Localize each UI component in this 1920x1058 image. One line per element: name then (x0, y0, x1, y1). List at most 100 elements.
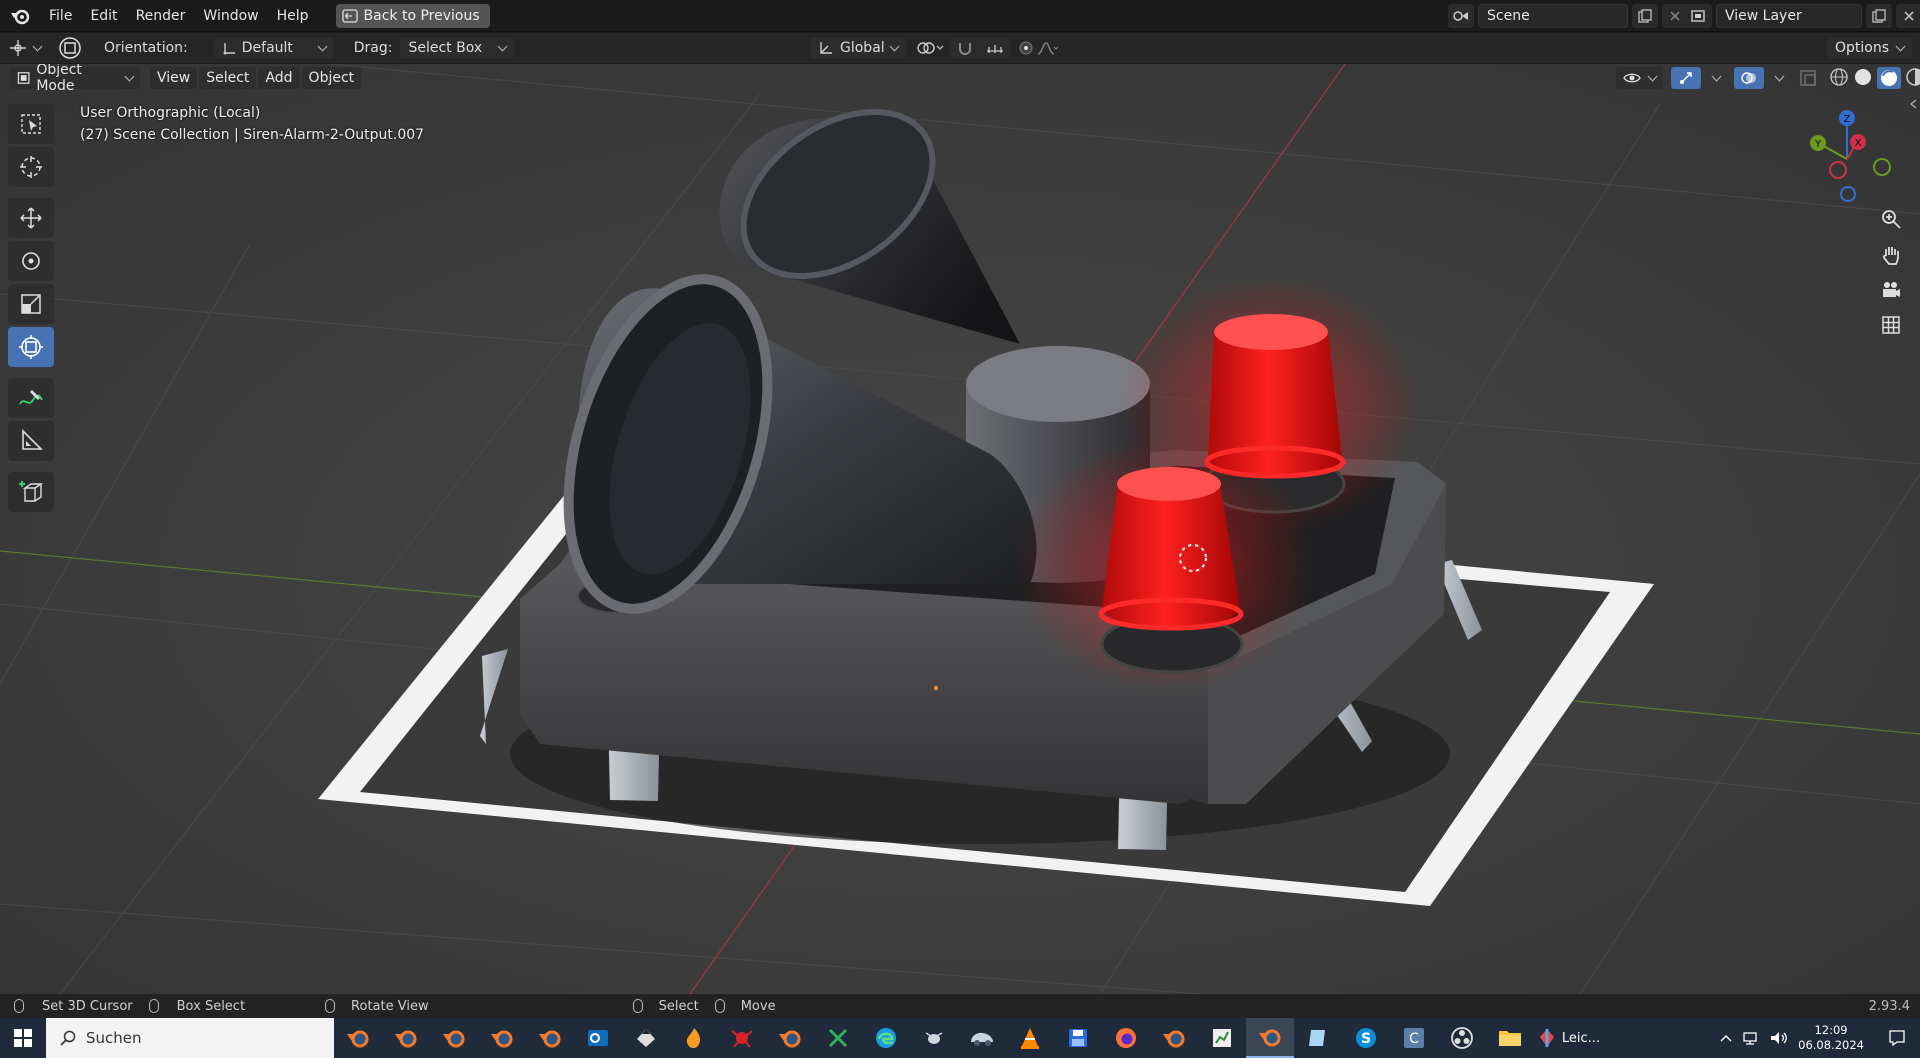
scene-icon[interactable] (1448, 4, 1474, 28)
menu-file[interactable]: File (40, 4, 81, 28)
overlays-icon (1741, 72, 1756, 84)
blender-logo-icon[interactable] (0, 0, 40, 32)
move-tool[interactable] (8, 198, 54, 238)
status-set-cursor: Set 3D Cursor (14, 999, 133, 1014)
pivot-point-icon[interactable] (914, 39, 944, 57)
taskbar-app-label: Leic... (1561, 1030, 1601, 1046)
taskbar-blender-5[interactable] (526, 1018, 574, 1058)
taskbar-vlc[interactable] (1006, 1018, 1054, 1058)
measure-tool[interactable] (8, 421, 54, 461)
tool-dropdown[interactable] (0, 39, 50, 57)
cursor-tool[interactable] (8, 147, 54, 187)
view-layer-name-field[interactable]: View Layer (1716, 4, 1862, 28)
viewport-scene[interactable] (0, 64, 1920, 994)
blender-version: 2.93.4 (1868, 998, 1910, 1014)
options-dropdown[interactable]: Options (1826, 37, 1912, 59)
add-cube-tool[interactable] (8, 472, 54, 512)
select-box-tool[interactable] (8, 104, 54, 144)
menu-object[interactable]: Object (301, 67, 362, 89)
taskbar-outlook[interactable] (574, 1018, 622, 1058)
taskbar-firefox[interactable] (1102, 1018, 1150, 1058)
vlc-icon (1021, 1028, 1039, 1049)
navigation-gizmo[interactable]: Z Y X (1792, 104, 1902, 214)
camera-view-button[interactable] (1876, 275, 1906, 305)
taskbar-blender-4[interactable] (478, 1018, 526, 1058)
menu-help[interactable]: Help (268, 4, 318, 28)
taskbar-clock[interactable]: 12:09 06.08.2024 (1798, 1023, 1864, 1053)
taskbar-chart-app[interactable] (1198, 1018, 1246, 1058)
taskbar-inkscape[interactable] (622, 1018, 670, 1058)
svg-text:S: S (1361, 1031, 1371, 1047)
gizmo-toggle[interactable] (1671, 67, 1701, 89)
taskbar-explorer[interactable] (1486, 1018, 1534, 1058)
taskbar-blender-2[interactable] (382, 1018, 430, 1058)
taskbar-leica-app[interactable]: Leic... (1534, 1018, 1604, 1058)
taskbar-blender-1[interactable] (334, 1018, 382, 1058)
new-scene-icon[interactable] (1632, 4, 1658, 28)
transform-tool[interactable] (8, 327, 54, 367)
delete-scene-icon[interactable] (1662, 4, 1688, 28)
taskbar-notes-app[interactable] (1294, 1018, 1342, 1058)
back-to-previous-button[interactable]: Back to Previous (335, 3, 490, 28)
transform-orientation-dropdown[interactable]: Global (810, 37, 906, 59)
sidebar-toggle-icon[interactable] (1908, 98, 1918, 110)
drag-dropdown[interactable]: Select Box (400, 37, 515, 59)
proportional-edit-toggle[interactable] (1016, 37, 1060, 59)
taskbar-c-app[interactable]: C (1390, 1018, 1438, 1058)
taskbar-save-app[interactable] (1054, 1018, 1102, 1058)
delete-view-layer-icon[interactable] (1896, 4, 1920, 28)
taskbar-blender-3[interactable] (430, 1018, 478, 1058)
taskbar-car-app[interactable] (958, 1018, 1006, 1058)
overlays-toggle[interactable] (1734, 67, 1764, 89)
menu-select[interactable]: Select (199, 67, 257, 89)
3d-viewport[interactable]: Object Mode View Select Add Object User … (0, 64, 1920, 994)
taskbar-search-box[interactable]: Suchen (46, 1018, 334, 1058)
visibility-dropdown[interactable] (1616, 67, 1663, 89)
scene-name-field[interactable]: Scene (1478, 4, 1628, 28)
pan-button[interactable] (1876, 240, 1906, 270)
start-button[interactable] (0, 1018, 46, 1058)
taskbar-tool-x[interactable] (814, 1018, 862, 1058)
eye-icon (1623, 73, 1641, 83)
view-layer-icon[interactable] (1686, 4, 1712, 28)
snap-toggle[interactable] (950, 37, 1010, 59)
grid-icon (1882, 316, 1900, 334)
taskbar-edge[interactable] (862, 1018, 910, 1058)
taskbar-blender-7[interactable] (1150, 1018, 1198, 1058)
menu-add[interactable]: Add (258, 67, 300, 89)
tray-chevron-up-icon[interactable] (1720, 1033, 1732, 1043)
solid-shading-icon[interactable] (1853, 67, 1873, 87)
network-icon[interactable] (1742, 1031, 1760, 1045)
new-view-layer-icon[interactable] (1866, 4, 1892, 28)
taskbar-red-app[interactable] (718, 1018, 766, 1058)
xray-icon[interactable] (1799, 69, 1817, 87)
wireframe-shading-icon[interactable] (1829, 67, 1849, 87)
menu-render[interactable]: Render (127, 4, 195, 28)
taskbar-flame-app[interactable] (670, 1018, 718, 1058)
taskbar-bug-app[interactable] (910, 1018, 958, 1058)
orientation-dropdown[interactable]: Default (213, 37, 334, 59)
taskbar-blender-6[interactable] (766, 1018, 814, 1058)
rotate-tool[interactable] (8, 241, 54, 281)
orientation-value: Default (241, 40, 293, 56)
scale-tool[interactable] (8, 284, 54, 324)
mode-dropdown[interactable]: Object Mode (10, 64, 140, 94)
menu-window[interactable]: Window (194, 4, 267, 28)
material-shading-icon[interactable] (1877, 67, 1901, 89)
annotate-tool[interactable] (8, 378, 54, 418)
zoom-button[interactable] (1876, 204, 1906, 234)
taskbar-obs[interactable] (1438, 1018, 1486, 1058)
ortho-toggle-button[interactable] (1876, 310, 1906, 340)
annotate-icon (19, 390, 43, 405)
taskbar-blender-active[interactable] (1246, 1018, 1294, 1058)
chevron-down-icon[interactable] (1774, 71, 1785, 81)
active-tool-icon[interactable] (50, 36, 90, 60)
notifications-icon[interactable] (1888, 1029, 1906, 1047)
menu-view[interactable]: View (150, 67, 198, 89)
rendered-shading-icon[interactable] (1905, 67, 1920, 87)
chevron-down-icon[interactable] (1711, 71, 1722, 81)
folder-icon (1499, 1031, 1521, 1046)
taskbar-skype[interactable]: S (1342, 1018, 1390, 1058)
volume-icon[interactable] (1770, 1031, 1788, 1045)
menu-edit[interactable]: Edit (81, 4, 126, 28)
